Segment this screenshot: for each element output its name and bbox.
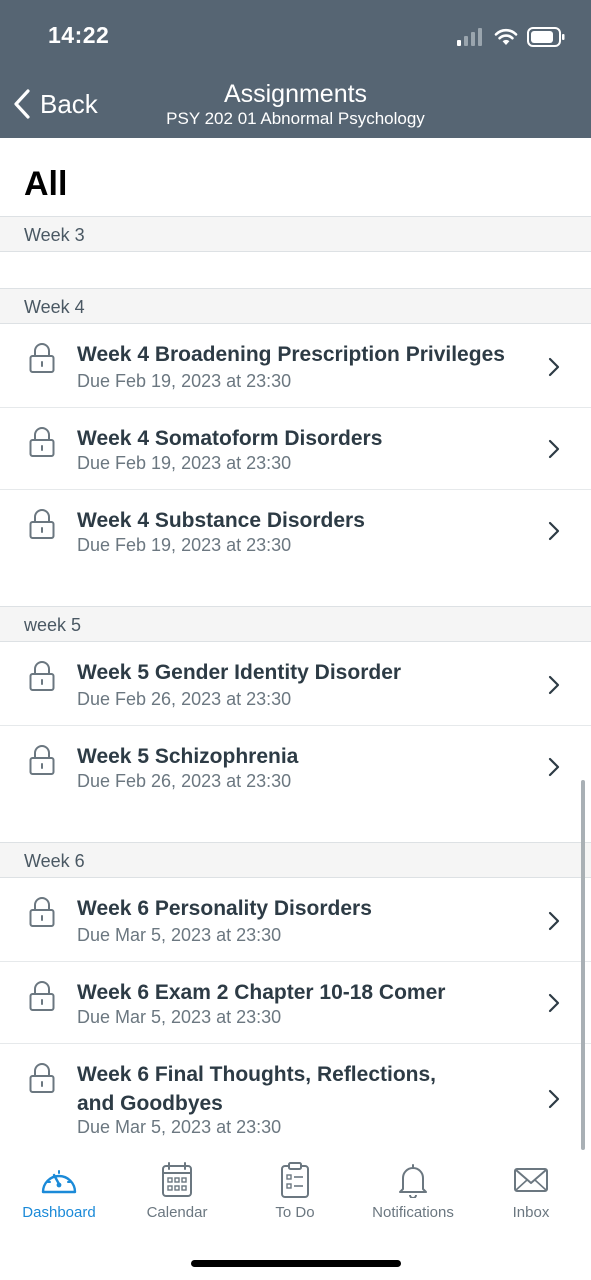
assignment-row[interactable]: Week 4 Broadening Prescription Privilege… bbox=[0, 324, 591, 408]
tab-todo[interactable]: To Do bbox=[236, 1162, 354, 1232]
page-title: Assignments bbox=[223, 80, 368, 108]
tab-dashboard[interactable]: Dashboard bbox=[0, 1162, 118, 1232]
wifi-icon bbox=[494, 28, 518, 45]
assignments-list[interactable]: All Week 3 Week 4 Week 4 Broadening Pres… bbox=[0, 138, 591, 1152]
tab-notifications[interactable]: Notifications bbox=[354, 1162, 472, 1232]
lock-icon bbox=[29, 661, 55, 691]
assignment-row[interactable]: Week 5 Schizophrenia Due Feb 26, 2023 at… bbox=[0, 726, 591, 808]
chevron-right-icon bbox=[548, 439, 560, 459]
chevron-right-icon bbox=[548, 993, 560, 1013]
assignment-title: Week 5 Schizophrenia bbox=[77, 745, 299, 768]
assignment-due-date: Due Mar 5, 2023 at 23:30 bbox=[77, 1117, 282, 1137]
assignment-due-date: Due Feb 19, 2023 at 23:30 bbox=[77, 535, 292, 555]
tab-label: To Do bbox=[275, 1204, 315, 1221]
battery-icon bbox=[527, 27, 565, 47]
section-label: Week 3 bbox=[24, 225, 85, 245]
chevron-right-icon bbox=[548, 521, 560, 541]
assignment-title: Week 4 Substance Disorders bbox=[77, 509, 365, 532]
lock-icon bbox=[29, 509, 55, 539]
section-header: Week 3 bbox=[0, 216, 591, 252]
chevron-right-icon bbox=[548, 1089, 560, 1109]
assignment-title: Week 6 Personality Disorders bbox=[77, 897, 372, 920]
section-label: Week 4 bbox=[24, 297, 85, 317]
lock-icon bbox=[29, 981, 55, 1011]
chevron-left-icon bbox=[14, 89, 30, 119]
assignment-due-date: Due Feb 26, 2023 at 23:30 bbox=[77, 771, 292, 791]
lock-icon bbox=[29, 745, 55, 775]
assignment-row[interactable]: Week 4 Substance Disorders Due Feb 19, 2… bbox=[0, 490, 591, 572]
chevron-right-icon bbox=[548, 757, 560, 777]
chevron-right-icon bbox=[548, 911, 560, 931]
bell-icon bbox=[399, 1164, 427, 1198]
assignment-row[interactable]: Week 6 Final Thoughts, Reflections, and … bbox=[0, 1044, 591, 1152]
tab-inbox[interactable]: Inbox bbox=[472, 1162, 590, 1232]
course-subtitle: PSY 202 01 Abnormal Psychology bbox=[166, 109, 425, 128]
section-header: Week 6 bbox=[0, 842, 591, 878]
assignment-due-date: Due Mar 5, 2023 at 23:30 bbox=[77, 1007, 282, 1027]
calendar-icon bbox=[162, 1162, 192, 1197]
assignment-due-date: Due Mar 5, 2023 at 23:30 bbox=[77, 925, 282, 945]
lock-icon bbox=[29, 1063, 55, 1093]
section-header: week 5 bbox=[0, 606, 591, 642]
assignment-title: Week 6 Final Thoughts, Reflections, and … bbox=[77, 1063, 436, 1115]
assignment-due-date: Due Feb 19, 2023 at 23:30 bbox=[77, 453, 292, 473]
status-time: 14:22 bbox=[48, 22, 110, 48]
section-header: Week 4 bbox=[0, 288, 591, 324]
navigation-bar: 14:22 Back Assignments PSY 202 01 Abnorm… bbox=[0, 0, 591, 138]
scrollbar[interactable] bbox=[581, 780, 585, 1150]
inbox-icon bbox=[514, 1168, 548, 1192]
assignment-row[interactable]: Week 5 Gender Identity Disorder Due Feb … bbox=[0, 642, 591, 726]
lock-icon bbox=[29, 897, 55, 927]
tab-label: Calendar bbox=[146, 1204, 208, 1221]
assignment-row[interactable]: Week 6 Exam 2 Chapter 10-18 Comer Due Ma… bbox=[0, 962, 591, 1044]
lock-icon bbox=[29, 427, 55, 457]
tab-label: Notifications bbox=[372, 1204, 454, 1221]
back-button[interactable]: Back bbox=[12, 84, 98, 124]
home-indicator bbox=[191, 1260, 401, 1267]
status-icons bbox=[457, 26, 565, 48]
assignment-due-date: Due Feb 19, 2023 at 23:30 bbox=[77, 371, 292, 391]
todo-icon bbox=[281, 1162, 309, 1198]
assignment-title: Week 4 Somatoform Disorders bbox=[77, 427, 383, 450]
assignment-due-date: Due Feb 26, 2023 at 23:30 bbox=[77, 689, 292, 709]
tab-label: Dashboard bbox=[22, 1204, 96, 1221]
chevron-right-icon bbox=[548, 357, 560, 377]
tab-label: Inbox bbox=[512, 1204, 550, 1221]
section-label: week 5 bbox=[24, 615, 82, 635]
lock-icon bbox=[29, 343, 55, 373]
assignment-row[interactable]: Week 6 Personality Disorders Due Mar 5, … bbox=[0, 878, 591, 962]
assignment-row[interactable]: Week 4 Somatoform Disorders Due Feb 19, … bbox=[0, 408, 591, 490]
assignment-title: Week 5 Gender Identity Disorder bbox=[77, 661, 402, 684]
section-label: Week 6 bbox=[24, 851, 85, 871]
cellular-signal-icon bbox=[457, 28, 482, 46]
chevron-right-icon bbox=[548, 675, 560, 695]
tab-calendar[interactable]: Calendar bbox=[118, 1162, 236, 1232]
assignment-title: Week 6 Exam 2 Chapter 10-18 Comer bbox=[77, 981, 446, 1004]
filter-heading: All bbox=[24, 165, 68, 203]
assignment-title: Week 4 Broadening Prescription Privilege… bbox=[77, 343, 505, 366]
dashboard-icon bbox=[41, 1170, 77, 1194]
